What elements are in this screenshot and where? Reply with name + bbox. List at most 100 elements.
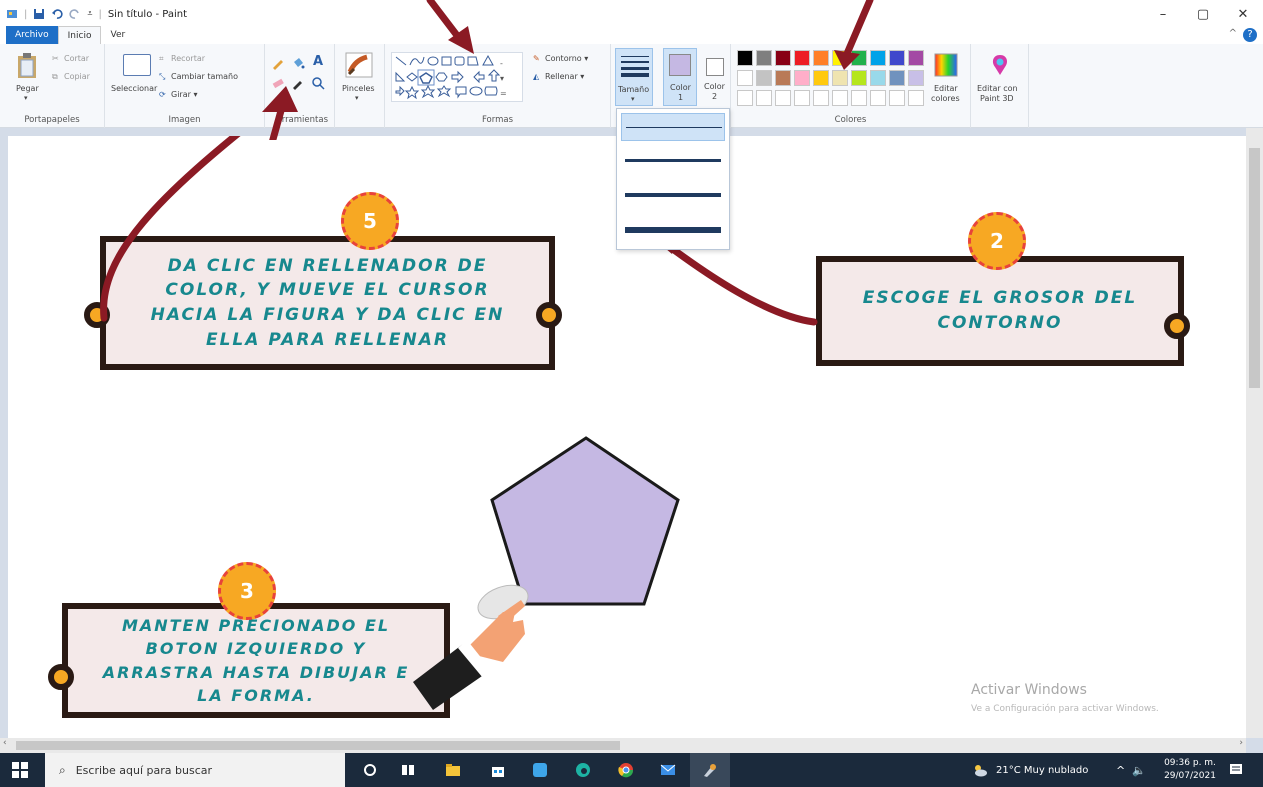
task-view-icon[interactable] xyxy=(400,762,416,778)
weather-text[interactable]: 21°C Muy nublado xyxy=(996,753,1088,787)
palette-swatch[interactable] xyxy=(870,70,886,86)
pencil-icon[interactable] xyxy=(271,56,285,70)
scroll-left-icon[interactable]: ‹ xyxy=(3,738,7,748)
palette-swatch[interactable] xyxy=(832,90,848,106)
tab-inicio[interactable]: Inicio xyxy=(57,26,102,44)
palette-swatch[interactable] xyxy=(851,50,867,66)
select-icon[interactable] xyxy=(123,54,151,76)
editar-colores-label-1[interactable]: Editar xyxy=(934,84,958,93)
palette-swatch[interactable] xyxy=(908,50,924,66)
palette-swatch[interactable] xyxy=(737,70,753,86)
copy-icon[interactable]: ⧉ xyxy=(52,72,58,82)
editar-colores-label-2[interactable]: colores xyxy=(931,94,960,103)
palette-swatch[interactable] xyxy=(813,50,829,66)
edge-icon[interactable] xyxy=(575,762,591,778)
palette-swatch[interactable] xyxy=(870,50,886,66)
contorno-button[interactable]: Contorno ▾ xyxy=(545,54,588,63)
palette-swatch[interactable] xyxy=(794,70,810,86)
palette-swatch[interactable] xyxy=(756,50,772,66)
size-option-3[interactable] xyxy=(621,181,725,209)
eraser-icon[interactable] xyxy=(271,76,285,90)
crop-icon[interactable]: ⌗ xyxy=(159,54,164,64)
palette-swatch[interactable] xyxy=(851,90,867,106)
palette-swatch[interactable] xyxy=(870,90,886,106)
rellenar-button[interactable]: Rellenar ▾ xyxy=(545,72,584,81)
color-picker-icon[interactable] xyxy=(291,76,305,90)
redo-icon[interactable] xyxy=(69,8,81,20)
notifications-icon[interactable] xyxy=(1228,762,1244,778)
file-explorer-icon[interactable] xyxy=(445,762,461,778)
fill-bucket-icon[interactable] xyxy=(291,56,305,70)
girar-button[interactable]: Girar ▾ xyxy=(171,90,197,99)
horizontal-scrollbar-thumb[interactable] xyxy=(16,741,620,750)
minimize-button[interactable]: – xyxy=(1143,0,1183,28)
help-icon[interactable]: ? xyxy=(1243,28,1257,42)
mail-icon[interactable] xyxy=(660,762,676,778)
palette-swatch[interactable] xyxy=(813,90,829,106)
tamano-button[interactable]: Tamaño ▾ xyxy=(615,48,653,106)
palette-swatch[interactable] xyxy=(775,50,791,66)
size-option-4[interactable] xyxy=(621,215,725,243)
paint3d-label-1[interactable]: Editar con xyxy=(977,84,1018,93)
palette-swatch[interactable] xyxy=(775,70,791,86)
size-option-1[interactable] xyxy=(621,113,725,141)
palette-swatch[interactable] xyxy=(851,70,867,86)
seleccionar-button[interactable]: Seleccionar xyxy=(111,84,157,93)
resize-icon[interactable]: ⤡ xyxy=(159,72,165,82)
paste-icon[interactable] xyxy=(16,52,38,80)
tray-chevron-icon[interactable]: ^ xyxy=(1116,753,1125,787)
tab-archivo[interactable]: Archivo xyxy=(6,26,58,44)
customize-qa-icon[interactable]: ⩡ xyxy=(87,9,92,19)
maximize-button[interactable]: ▢ xyxy=(1183,0,1223,28)
cut-icon[interactable]: ✂ xyxy=(52,54,59,63)
recortar-button[interactable]: Recortar xyxy=(171,54,205,63)
vertical-scrollbar-thumb[interactable] xyxy=(1249,148,1260,388)
palette-swatch[interactable] xyxy=(832,50,848,66)
paint3d-label-2[interactable]: Paint 3D xyxy=(980,94,1014,103)
pegar-label[interactable]: Pegar xyxy=(16,84,39,93)
undo-icon[interactable] xyxy=(51,8,63,20)
outline-icon[interactable]: ✎ xyxy=(533,54,540,63)
paint3d-icon[interactable] xyxy=(987,52,1013,78)
palette-swatch[interactable] xyxy=(889,70,905,86)
photos-icon[interactable] xyxy=(532,762,548,778)
palette-swatch[interactable] xyxy=(908,70,924,86)
fill-icon[interactable]: ◭ xyxy=(533,72,539,81)
volume-icon[interactable]: 🔈 xyxy=(1132,753,1146,787)
tab-ver[interactable]: Ver xyxy=(101,26,134,44)
palette-swatch[interactable] xyxy=(794,90,810,106)
copiar-button[interactable]: Copiar xyxy=(64,72,90,81)
save-icon[interactable] xyxy=(33,8,45,20)
text-icon[interactable]: A xyxy=(313,54,323,69)
palette-swatch[interactable] xyxy=(794,50,810,66)
cortar-button[interactable]: Cortar xyxy=(64,54,89,63)
cortana-icon[interactable] xyxy=(362,762,378,778)
scroll-right-icon[interactable]: › xyxy=(1239,738,1243,748)
clock[interactable]: 09:36 p. m. 29/07/2021 xyxy=(1160,757,1220,783)
chrome-icon[interactable] xyxy=(618,762,634,778)
rotate-icon[interactable]: ⟳ xyxy=(159,90,166,99)
palette-swatch[interactable] xyxy=(908,90,924,106)
palette-swatch[interactable] xyxy=(832,70,848,86)
close-button[interactable]: ✕ xyxy=(1223,0,1263,28)
palette-swatch[interactable] xyxy=(775,90,791,106)
shapes-gallery[interactable]: - ▾ = xyxy=(391,52,523,102)
pinceles-button[interactable]: Pinceles xyxy=(342,84,375,93)
palette-swatch[interactable] xyxy=(889,50,905,66)
pegar-dropdown-icon[interactable]: ▾ xyxy=(24,94,28,102)
palette-swatch[interactable] xyxy=(889,90,905,106)
store-icon[interactable] xyxy=(490,762,506,778)
collapse-ribbon-icon[interactable]: ^ xyxy=(1229,28,1237,39)
windows-start-icon[interactable] xyxy=(12,762,28,778)
vertical-scrollbar[interactable] xyxy=(1246,128,1263,738)
pinceles-dropdown-icon[interactable]: ▾ xyxy=(355,94,359,102)
taskbar-paint-active[interactable] xyxy=(690,753,730,787)
size-option-2[interactable] xyxy=(621,147,725,175)
palette-swatch[interactable] xyxy=(737,50,753,66)
color1-button[interactable]: Color 1 xyxy=(663,48,697,106)
horizontal-scrollbar[interactable]: ‹ › xyxy=(0,738,1246,753)
palette-swatch[interactable] xyxy=(737,90,753,106)
edit-colors-icon[interactable] xyxy=(933,52,959,78)
taskbar-search-box[interactable]: ⌕ Escribe aquí para buscar xyxy=(45,753,345,787)
weather-icon[interactable] xyxy=(972,762,988,778)
